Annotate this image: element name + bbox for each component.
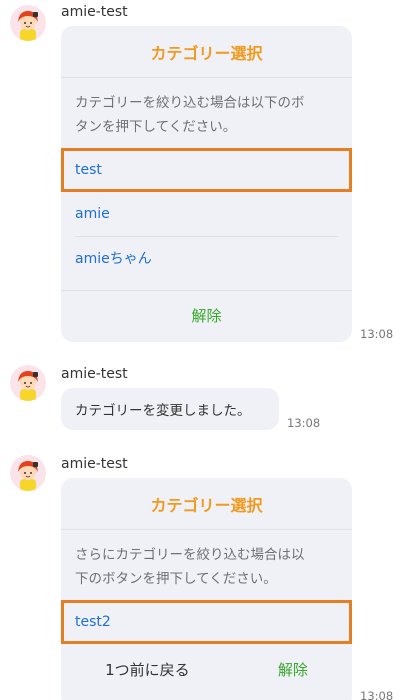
card-title: カテゴリー選択 — [61, 478, 352, 530]
bot-avatar — [10, 365, 46, 401]
category-option-test2[interactable]: test2 — [61, 600, 352, 644]
category-select-card: カテゴリー選択 カテゴリーを絞り込む場合は以下のボ タンを押下してください。 t… — [61, 26, 352, 342]
clear-button[interactable]: 解除 — [191, 305, 221, 326]
card-description: カテゴリーを絞り込む場合は以下のボ タンを押下してください。 — [61, 78, 352, 139]
card-description-line: 下のボタンを押下してください。 — [75, 571, 277, 587]
bot-avatar — [10, 5, 46, 41]
card-footer: 1つ前に戻る 解除 — [61, 644, 352, 694]
category-option-amie[interactable]: amie — [61, 192, 352, 236]
sender-name: amie-test — [61, 366, 128, 382]
clear-button[interactable]: 解除 — [278, 659, 308, 680]
bot-avatar — [10, 455, 46, 491]
timestamp: 13:08 — [287, 416, 321, 430]
message-bubble: カテゴリーを変更しました。 — [61, 388, 279, 430]
sender-name: amie-test — [61, 456, 128, 472]
card-description: さらにカテゴリーを絞り込む場合は以 下のボタンを押下してください。 — [61, 530, 352, 591]
card-description-line: タンを押下してください。 — [75, 119, 237, 135]
back-button[interactable]: 1つ前に戻る — [105, 659, 190, 680]
timestamp: 13:08 — [360, 327, 394, 341]
category-select-card: カテゴリー選択 さらにカテゴリーを絞り込む場合は以 下のボタンを押下してください… — [61, 478, 352, 700]
timestamp: 13:08 — [360, 689, 394, 700]
category-option-test[interactable]: test — [61, 148, 352, 192]
card-footer: 解除 — [61, 290, 352, 340]
card-description-line: さらにカテゴリーを絞り込む場合は以 — [75, 547, 305, 563]
card-description-line: カテゴリーを絞り込む場合は以下のボ — [75, 95, 305, 111]
category-option-amie-chan[interactable]: amieちゃん — [61, 236, 352, 280]
sender-name: amie-test — [61, 4, 128, 20]
card-title: カテゴリー選択 — [61, 26, 352, 78]
